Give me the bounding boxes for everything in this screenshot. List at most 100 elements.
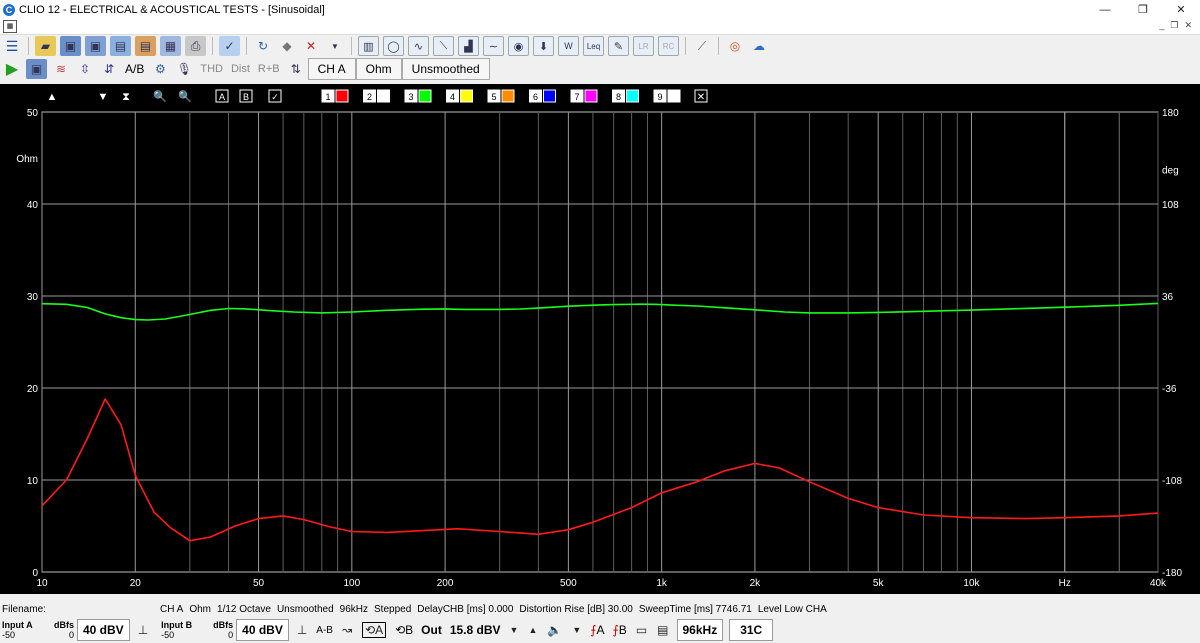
- sliders-icon[interactable]: ⇅: [286, 59, 306, 79]
- help-icon[interactable]: ◎: [725, 36, 745, 56]
- gear-icon[interactable]: ⚙: [150, 59, 170, 79]
- overlay-number-9: 9: [657, 92, 662, 102]
- info-level: Level Low CHA: [757, 603, 827, 615]
- open-folder-icon[interactable]: ▰: [35, 36, 56, 56]
- x-tick-label: 5k: [873, 578, 885, 589]
- info-sweep: SweepTime [ms] 7746.71: [638, 603, 752, 615]
- overlay-color-swatch: [667, 89, 681, 103]
- mdi-close-icon[interactable]: ✕: [1184, 20, 1192, 31]
- link-icon[interactable]: ↝: [342, 623, 352, 637]
- wf-icon[interactable]: W: [558, 36, 579, 56]
- sine-icon[interactable]: ∼: [483, 36, 504, 56]
- delete-icon[interactable]: ✕: [301, 36, 321, 56]
- notes-icon[interactable]: ▦: [160, 36, 181, 56]
- plot-grid: [41, 111, 1159, 573]
- thd-button[interactable]: THD: [200, 63, 223, 75]
- input-b-level[interactable]: 40 dBV: [236, 619, 289, 641]
- speaker-icon[interactable]: 🔈: [547, 623, 562, 637]
- bar-spectrum-icon[interactable]: ▟: [458, 36, 479, 56]
- ab-toggle[interactable]: A/B: [125, 62, 144, 76]
- info-mode: Stepped: [374, 603, 412, 615]
- fb-label: B: [618, 623, 627, 637]
- overlay-color-swatch: [460, 89, 473, 103]
- maximize-icon[interactable]: ❐: [1124, 0, 1162, 20]
- fit-icon: ⧗: [122, 91, 130, 103]
- input-b-unit: dBfs: [213, 620, 234, 630]
- lr-icon[interactable]: LR: [633, 36, 654, 56]
- save-measure-icon[interactable]: ▣: [26, 58, 47, 79]
- arrow-down-icon: ▼: [98, 91, 109, 103]
- probe-icon[interactable]: ⟋: [692, 36, 712, 56]
- input-a-label: Input A: [2, 620, 33, 630]
- x-tick-label: 1k: [656, 578, 668, 589]
- play-icon[interactable]: ▶: [2, 59, 22, 79]
- menu-bar: ▦ _ ❐ ✕: [0, 20, 1200, 34]
- mic-down-icon[interactable]: ⬇: [533, 36, 554, 56]
- smoothing-select[interactable]: Unsmoothed: [401, 57, 490, 80]
- x-tick-label: 500: [560, 578, 577, 589]
- sample-rate[interactable]: 96kHz: [676, 619, 724, 641]
- out-level[interactable]: 15.8 dBV: [450, 623, 501, 637]
- overlay-number-4: 4: [450, 92, 455, 102]
- info-unit: Ohm: [189, 603, 212, 615]
- chb-loop-toggle[interactable]: ⟲B: [395, 623, 413, 637]
- leq-icon[interactable]: Leq: [583, 36, 604, 56]
- close-icon[interactable]: ✕: [1162, 0, 1200, 20]
- spectrum-icon[interactable]: ▥: [358, 36, 379, 56]
- ab-button[interactable]: A-B: [316, 625, 333, 636]
- dist-button[interactable]: Dist: [231, 63, 250, 75]
- x-tick-label: 20: [130, 578, 142, 589]
- chevron-up-icon[interactable]: ▲: [528, 625, 537, 635]
- input-a-polarity-icon[interactable]: ⊥: [138, 623, 148, 637]
- system-menu-icon[interactable]: ▦: [3, 20, 17, 33]
- menu-icon[interactable]: ☰: [2, 36, 22, 56]
- x-tick-label: 10k: [963, 578, 980, 589]
- hardware-icon[interactable]: ▭: [636, 623, 647, 637]
- input-a-level[interactable]: 40 dBV: [77, 619, 130, 641]
- adjust-icon[interactable]: ⇵: [99, 59, 119, 79]
- zoom-out-icon: 🔍: [178, 89, 192, 103]
- info-dist-rise: Distortion Rise [dB] 30.00: [519, 603, 633, 615]
- chevron-down-icon[interactable]: ▼: [325, 36, 345, 56]
- loop-icon[interactable]: ◯: [383, 36, 404, 56]
- impedance-chart[interactable]: ▲ ▼ ⧗ 🔍 🔍 A B ✓ 1 2 3 4 5 6 7 8 9 ✕ 10 20 50 100 200 500 1k 2k 5k…: [0, 84, 1200, 594]
- ramp-icon[interactable]: ⟍: [433, 36, 454, 56]
- export-data-icon[interactable]: ▤: [135, 36, 156, 56]
- y2-tick-label: -180: [1162, 568, 1182, 579]
- speaker-dropdown-icon[interactable]: ▼: [572, 625, 581, 635]
- drive-icon[interactable]: ▤: [657, 623, 668, 637]
- input-b-polarity-icon[interactable]: ⊥: [297, 623, 307, 637]
- save-as-icon[interactable]: ▣: [85, 36, 106, 56]
- plot-area[interactable]: ▲ ▼ ⧗ 🔍 🔍 A B ✓ 1 2 3 4 5 6 7 8 9 ✕ 10 20 50 100 200 500 1k 2k 5k…: [0, 84, 1200, 594]
- channel-select[interactable]: CH A: [307, 57, 356, 80]
- export-image-icon[interactable]: ▤: [110, 36, 131, 56]
- waveform-icon[interactable]: ∿: [408, 36, 429, 56]
- checklist-icon[interactable]: ✓: [219, 36, 240, 56]
- pen-icon[interactable]: ✎: [608, 36, 629, 56]
- mdi-minimize-icon[interactable]: _: [1159, 20, 1164, 31]
- rc-icon[interactable]: RC: [658, 36, 679, 56]
- signal-icon[interactable]: ⇳: [75, 59, 95, 79]
- chevron-down-icon[interactable]: ▼: [510, 625, 519, 635]
- microphone-icon[interactable]: 🎙: [174, 59, 194, 79]
- input-b-label: Input B: [161, 620, 193, 630]
- arrow-up-icon: ▲: [47, 91, 58, 103]
- eye-icon[interactable]: ◉: [508, 36, 529, 56]
- rb-button[interactable]: R+B: [258, 63, 280, 75]
- unit-select[interactable]: Ohm: [355, 57, 402, 80]
- mdi-restore-icon[interactable]: ❐: [1170, 20, 1178, 31]
- minimize-icon[interactable]: —: [1086, 0, 1124, 20]
- mdi-controls: _ ❐ ✕: [1159, 20, 1192, 31]
- status-bar: Input A dBfs -50 0 40 dBV ⊥ Input B dBfs -5…: [0, 617, 1200, 643]
- print-icon[interactable]: ⎙: [185, 36, 206, 56]
- cloud-help-icon[interactable]: ☁: [749, 36, 769, 56]
- fa-toggle[interactable]: ⨍A: [590, 623, 604, 637]
- overlay-number-6: 6: [533, 92, 538, 102]
- fb-toggle[interactable]: ⨍B: [613, 623, 627, 637]
- zoom-in-icon: 🔍: [153, 89, 167, 103]
- multi-icon[interactable]: ≋: [51, 59, 71, 79]
- cha-loop-icon[interactable]: ⟲A: [362, 622, 387, 638]
- save-icon[interactable]: ▣: [60, 36, 81, 56]
- eraser-icon[interactable]: ◆: [277, 36, 297, 56]
- refresh-icon[interactable]: ↻: [253, 36, 273, 56]
